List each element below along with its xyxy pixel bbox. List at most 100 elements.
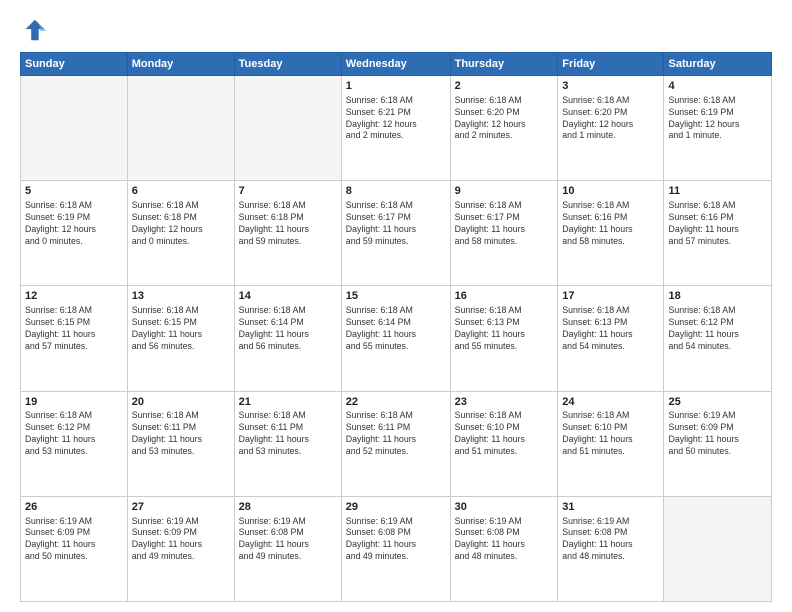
day-number: 4 bbox=[668, 79, 767, 94]
calendar-cell: 27Sunrise: 6:19 AM Sunset: 6:09 PM Dayli… bbox=[127, 496, 234, 601]
day-number: 20 bbox=[132, 395, 230, 410]
day-info: Sunrise: 6:18 AM Sunset: 6:12 PM Dayligh… bbox=[668, 305, 767, 353]
day-info: Sunrise: 6:18 AM Sunset: 6:13 PM Dayligh… bbox=[455, 305, 554, 353]
day-info: Sunrise: 6:19 AM Sunset: 6:08 PM Dayligh… bbox=[562, 516, 659, 564]
calendar-cell: 23Sunrise: 6:18 AM Sunset: 6:10 PM Dayli… bbox=[450, 391, 558, 496]
calendar-cell: 15Sunrise: 6:18 AM Sunset: 6:14 PM Dayli… bbox=[341, 286, 450, 391]
day-info: Sunrise: 6:18 AM Sunset: 6:11 PM Dayligh… bbox=[132, 410, 230, 458]
day-info: Sunrise: 6:18 AM Sunset: 6:20 PM Dayligh… bbox=[562, 95, 659, 143]
day-info: Sunrise: 6:18 AM Sunset: 6:19 PM Dayligh… bbox=[668, 95, 767, 143]
weekday-header: Saturday bbox=[664, 53, 772, 76]
calendar-week: 19Sunrise: 6:18 AM Sunset: 6:12 PM Dayli… bbox=[21, 391, 772, 496]
calendar-cell: 6Sunrise: 6:18 AM Sunset: 6:18 PM Daylig… bbox=[127, 181, 234, 286]
calendar-cell: 13Sunrise: 6:18 AM Sunset: 6:15 PM Dayli… bbox=[127, 286, 234, 391]
weekday-header: Wednesday bbox=[341, 53, 450, 76]
calendar-cell: 8Sunrise: 6:18 AM Sunset: 6:17 PM Daylig… bbox=[341, 181, 450, 286]
calendar-week: 12Sunrise: 6:18 AM Sunset: 6:15 PM Dayli… bbox=[21, 286, 772, 391]
day-info: Sunrise: 6:18 AM Sunset: 6:16 PM Dayligh… bbox=[562, 200, 659, 248]
day-number: 25 bbox=[668, 395, 767, 410]
day-info: Sunrise: 6:19 AM Sunset: 6:09 PM Dayligh… bbox=[132, 516, 230, 564]
calendar-cell: 20Sunrise: 6:18 AM Sunset: 6:11 PM Dayli… bbox=[127, 391, 234, 496]
calendar-cell: 7Sunrise: 6:18 AM Sunset: 6:18 PM Daylig… bbox=[234, 181, 341, 286]
calendar-week: 1Sunrise: 6:18 AM Sunset: 6:21 PM Daylig… bbox=[21, 76, 772, 181]
calendar-cell: 25Sunrise: 6:19 AM Sunset: 6:09 PM Dayli… bbox=[664, 391, 772, 496]
day-number: 3 bbox=[562, 79, 659, 94]
day-number: 29 bbox=[346, 500, 446, 515]
calendar-cell: 16Sunrise: 6:18 AM Sunset: 6:13 PM Dayli… bbox=[450, 286, 558, 391]
day-info: Sunrise: 6:18 AM Sunset: 6:17 PM Dayligh… bbox=[346, 200, 446, 248]
weekday-row: SundayMondayTuesdayWednesdayThursdayFrid… bbox=[21, 53, 772, 76]
day-number: 22 bbox=[346, 395, 446, 410]
logo bbox=[20, 16, 52, 44]
day-number: 12 bbox=[25, 289, 123, 304]
day-number: 10 bbox=[562, 184, 659, 199]
calendar-body: 1Sunrise: 6:18 AM Sunset: 6:21 PM Daylig… bbox=[21, 76, 772, 602]
calendar-cell: 21Sunrise: 6:18 AM Sunset: 6:11 PM Dayli… bbox=[234, 391, 341, 496]
day-number: 21 bbox=[239, 395, 337, 410]
day-info: Sunrise: 6:18 AM Sunset: 6:11 PM Dayligh… bbox=[239, 410, 337, 458]
day-number: 5 bbox=[25, 184, 123, 199]
day-info: Sunrise: 6:19 AM Sunset: 6:09 PM Dayligh… bbox=[25, 516, 123, 564]
calendar-table: SundayMondayTuesdayWednesdayThursdayFrid… bbox=[20, 52, 772, 602]
day-info: Sunrise: 6:18 AM Sunset: 6:20 PM Dayligh… bbox=[455, 95, 554, 143]
day-number: 19 bbox=[25, 395, 123, 410]
day-info: Sunrise: 6:18 AM Sunset: 6:15 PM Dayligh… bbox=[132, 305, 230, 353]
day-number: 23 bbox=[455, 395, 554, 410]
day-number: 7 bbox=[239, 184, 337, 199]
weekday-header: Tuesday bbox=[234, 53, 341, 76]
day-number: 14 bbox=[239, 289, 337, 304]
day-number: 6 bbox=[132, 184, 230, 199]
weekday-header: Monday bbox=[127, 53, 234, 76]
day-number: 8 bbox=[346, 184, 446, 199]
day-number: 31 bbox=[562, 500, 659, 515]
weekday-header: Sunday bbox=[21, 53, 128, 76]
weekday-header: Friday bbox=[558, 53, 664, 76]
day-number: 24 bbox=[562, 395, 659, 410]
day-number: 28 bbox=[239, 500, 337, 515]
day-info: Sunrise: 6:19 AM Sunset: 6:08 PM Dayligh… bbox=[239, 516, 337, 564]
header bbox=[20, 16, 772, 44]
calendar-cell: 31Sunrise: 6:19 AM Sunset: 6:08 PM Dayli… bbox=[558, 496, 664, 601]
day-number: 18 bbox=[668, 289, 767, 304]
calendar-cell: 3Sunrise: 6:18 AM Sunset: 6:20 PM Daylig… bbox=[558, 76, 664, 181]
day-info: Sunrise: 6:18 AM Sunset: 6:12 PM Dayligh… bbox=[25, 410, 123, 458]
calendar-cell bbox=[127, 76, 234, 181]
day-number: 16 bbox=[455, 289, 554, 304]
day-info: Sunrise: 6:18 AM Sunset: 6:19 PM Dayligh… bbox=[25, 200, 123, 248]
day-number: 1 bbox=[346, 79, 446, 94]
calendar-cell: 19Sunrise: 6:18 AM Sunset: 6:12 PM Dayli… bbox=[21, 391, 128, 496]
day-info: Sunrise: 6:18 AM Sunset: 6:10 PM Dayligh… bbox=[562, 410, 659, 458]
weekday-header: Thursday bbox=[450, 53, 558, 76]
day-number: 26 bbox=[25, 500, 123, 515]
calendar-cell: 5Sunrise: 6:18 AM Sunset: 6:19 PM Daylig… bbox=[21, 181, 128, 286]
calendar-cell: 18Sunrise: 6:18 AM Sunset: 6:12 PM Dayli… bbox=[664, 286, 772, 391]
calendar-cell: 30Sunrise: 6:19 AM Sunset: 6:08 PM Dayli… bbox=[450, 496, 558, 601]
calendar-week: 26Sunrise: 6:19 AM Sunset: 6:09 PM Dayli… bbox=[21, 496, 772, 601]
calendar-cell: 14Sunrise: 6:18 AM Sunset: 6:14 PM Dayli… bbox=[234, 286, 341, 391]
calendar-cell: 11Sunrise: 6:18 AM Sunset: 6:16 PM Dayli… bbox=[664, 181, 772, 286]
day-info: Sunrise: 6:18 AM Sunset: 6:15 PM Dayligh… bbox=[25, 305, 123, 353]
day-info: Sunrise: 6:18 AM Sunset: 6:16 PM Dayligh… bbox=[668, 200, 767, 248]
calendar-cell bbox=[664, 496, 772, 601]
day-info: Sunrise: 6:18 AM Sunset: 6:13 PM Dayligh… bbox=[562, 305, 659, 353]
page: SundayMondayTuesdayWednesdayThursdayFrid… bbox=[0, 0, 792, 612]
calendar-header: SundayMondayTuesdayWednesdayThursdayFrid… bbox=[21, 53, 772, 76]
calendar-cell: 26Sunrise: 6:19 AM Sunset: 6:09 PM Dayli… bbox=[21, 496, 128, 601]
day-info: Sunrise: 6:18 AM Sunset: 6:17 PM Dayligh… bbox=[455, 200, 554, 248]
calendar-cell: 9Sunrise: 6:18 AM Sunset: 6:17 PM Daylig… bbox=[450, 181, 558, 286]
day-number: 15 bbox=[346, 289, 446, 304]
day-number: 27 bbox=[132, 500, 230, 515]
calendar-cell: 17Sunrise: 6:18 AM Sunset: 6:13 PM Dayli… bbox=[558, 286, 664, 391]
day-number: 30 bbox=[455, 500, 554, 515]
calendar-cell: 2Sunrise: 6:18 AM Sunset: 6:20 PM Daylig… bbox=[450, 76, 558, 181]
day-number: 13 bbox=[132, 289, 230, 304]
day-info: Sunrise: 6:19 AM Sunset: 6:08 PM Dayligh… bbox=[455, 516, 554, 564]
calendar-cell: 1Sunrise: 6:18 AM Sunset: 6:21 PM Daylig… bbox=[341, 76, 450, 181]
calendar-cell bbox=[234, 76, 341, 181]
calendar-cell: 28Sunrise: 6:19 AM Sunset: 6:08 PM Dayli… bbox=[234, 496, 341, 601]
day-number: 11 bbox=[668, 184, 767, 199]
day-number: 2 bbox=[455, 79, 554, 94]
day-info: Sunrise: 6:19 AM Sunset: 6:08 PM Dayligh… bbox=[346, 516, 446, 564]
day-info: Sunrise: 6:18 AM Sunset: 6:18 PM Dayligh… bbox=[132, 200, 230, 248]
day-info: Sunrise: 6:18 AM Sunset: 6:10 PM Dayligh… bbox=[455, 410, 554, 458]
